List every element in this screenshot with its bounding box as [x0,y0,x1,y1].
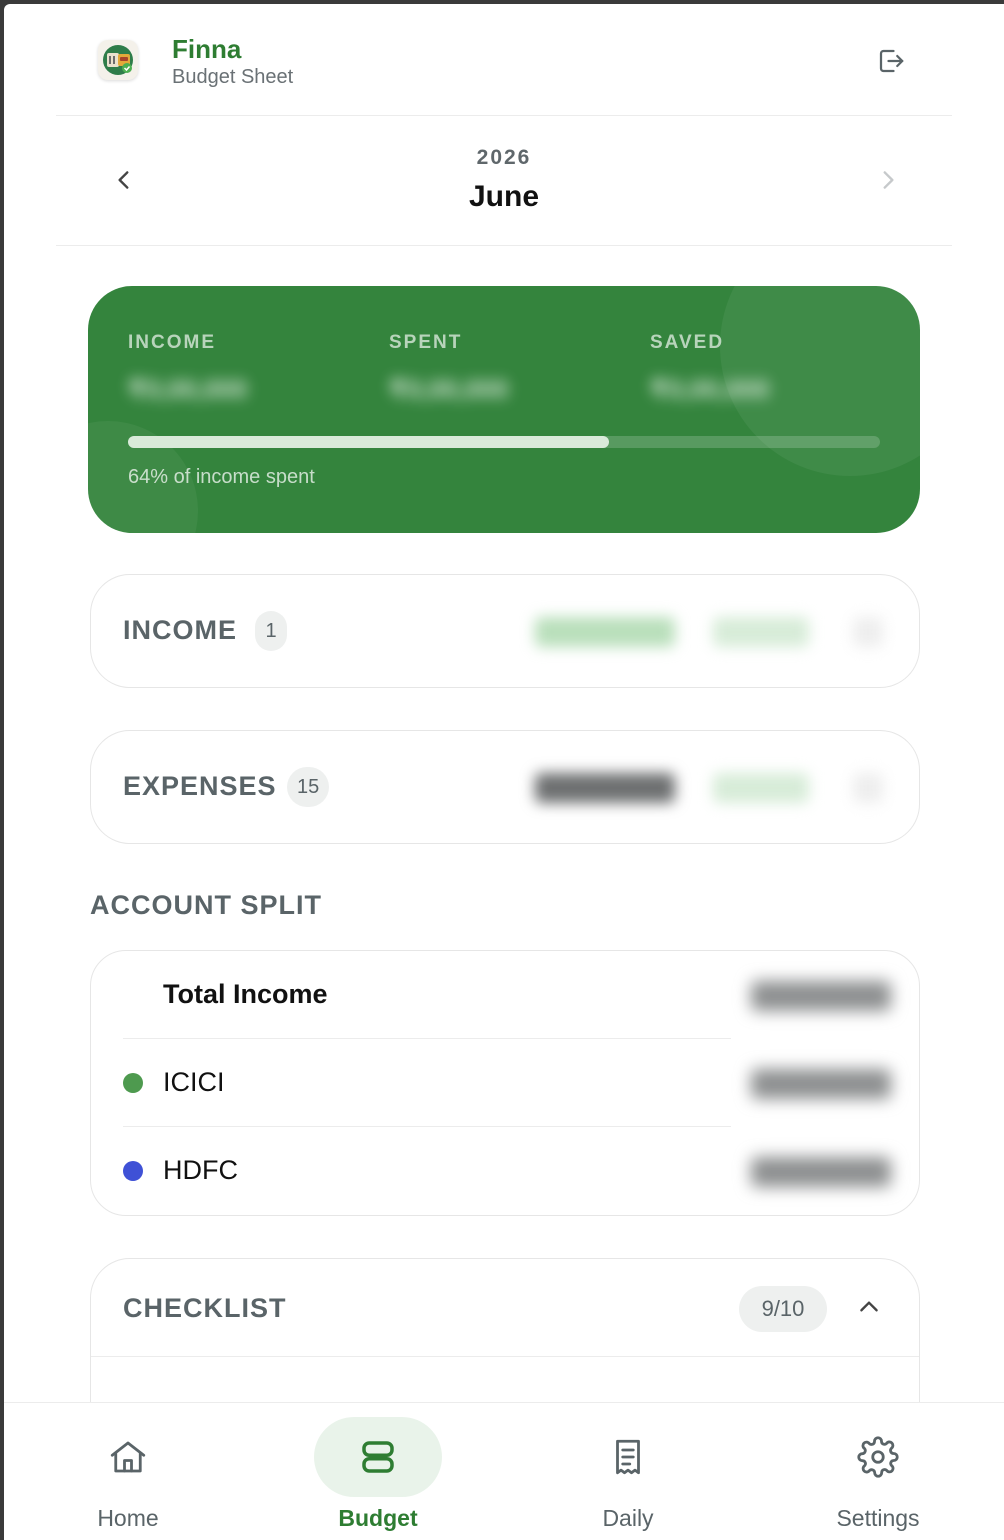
home-icon [110,1441,146,1473]
checklist-title: CHECKLIST [123,1293,287,1323]
nav-daily-label: Daily [602,1505,654,1531]
split-row-amount [751,981,891,1011]
split-row-total: Total Income [123,951,731,1039]
account-color-dot [123,1073,143,1093]
nav-budget-label: Budget [338,1505,418,1531]
income-secondary-amount [713,617,809,647]
account-split-card: Total Income ICICI HDFC [90,950,920,1216]
chevron-right-icon [883,171,894,189]
spent-stat-label: SPENT [389,332,463,353]
gear-icon [857,1436,899,1478]
income-section[interactable]: INCOME 1 [90,574,920,688]
budget-icon [362,1441,394,1473]
app-subtitle: Budget Sheet [172,66,294,88]
checklist-header[interactable]: CHECKLIST 9/10 [91,1259,919,1357]
nav-settings[interactable]: Settings [768,1403,988,1540]
logout-icon [879,49,904,73]
income-stat: INCOME ₹0,00,000 [128,332,247,405]
nav-icon-wrap [814,1417,942,1497]
income-stat-label: INCOME [128,332,216,353]
saved-stat-label: SAVED [650,332,725,353]
progress-text: 64% of income spent [128,466,315,488]
nav-icon-wrap [314,1417,442,1497]
split-row-label: ICICI [163,1067,225,1097]
nav-budget[interactable]: Budget [268,1403,488,1540]
spent-stat: SPENT ₹0,00,000 [389,332,508,405]
nav-home[interactable]: Home [18,1403,238,1540]
receipt-icon [616,1439,640,1475]
saved-stat: SAVED ₹0,00,000 [650,332,769,405]
expenses-total-amount [535,773,675,803]
account-color-dot [123,1161,143,1181]
income-section-title: INCOME [123,615,237,645]
next-month-button[interactable] [868,160,908,200]
summary-card: INCOME ₹0,00,000 SPENT ₹0,00,000 SAVED ₹… [88,286,920,533]
split-row-amount [751,1157,891,1187]
nav-home-label: Home [97,1505,159,1531]
app-window: Finna Budget Sheet 2026 June INCOME ₹0,0… [4,4,1004,1540]
nav-daily[interactable]: Daily [518,1403,738,1540]
month-label: June [468,180,540,213]
year-label: 2026 [476,146,532,169]
income-count-badge: 1 [255,611,287,651]
saved-stat-value: ₹0,00,000 [650,374,770,404]
checklist-progress-badge: 9/10 [739,1286,827,1332]
app-name: Finna [172,34,242,64]
collapse-checklist-button[interactable] [851,1289,887,1325]
split-row-label: Total Income [163,979,328,1009]
bottom-navigation: Home Budget Daily Settings [4,1402,1004,1540]
spent-stat-value: ₹0,00,000 [389,374,509,404]
spent-progress-fill [128,436,610,448]
expenses-section-title: EXPENSES [123,771,277,801]
expenses-section[interactable]: EXPENSES 15 [90,730,920,844]
split-row-amount [751,1069,891,1099]
nav-settings-label: Settings [836,1505,920,1531]
spent-progress-bar [128,436,880,448]
app-header: Finna Budget Sheet [56,4,952,116]
nav-icon-wrap [64,1417,192,1497]
chevron-up-icon [860,1301,878,1312]
logout-button[interactable] [874,44,908,78]
wallet-bank-icon [98,40,138,80]
account-split-heading: ACCOUNT SPLIT [90,890,322,920]
split-row-label: HDFC [163,1155,238,1185]
income-expand-icon[interactable] [853,617,883,647]
income-stat-value: ₹0,00,000 [128,374,248,404]
nav-icon-wrap [564,1417,692,1497]
expenses-expand-icon[interactable] [853,773,883,803]
month-navigator: 2026 June [56,116,952,246]
expenses-secondary-amount [713,773,809,803]
split-row-icici: ICICI [123,1039,731,1127]
expenses-count-badge: 15 [287,767,330,807]
split-row-hdfc: HDFC [123,1127,731,1215]
income-total-amount [535,617,675,647]
